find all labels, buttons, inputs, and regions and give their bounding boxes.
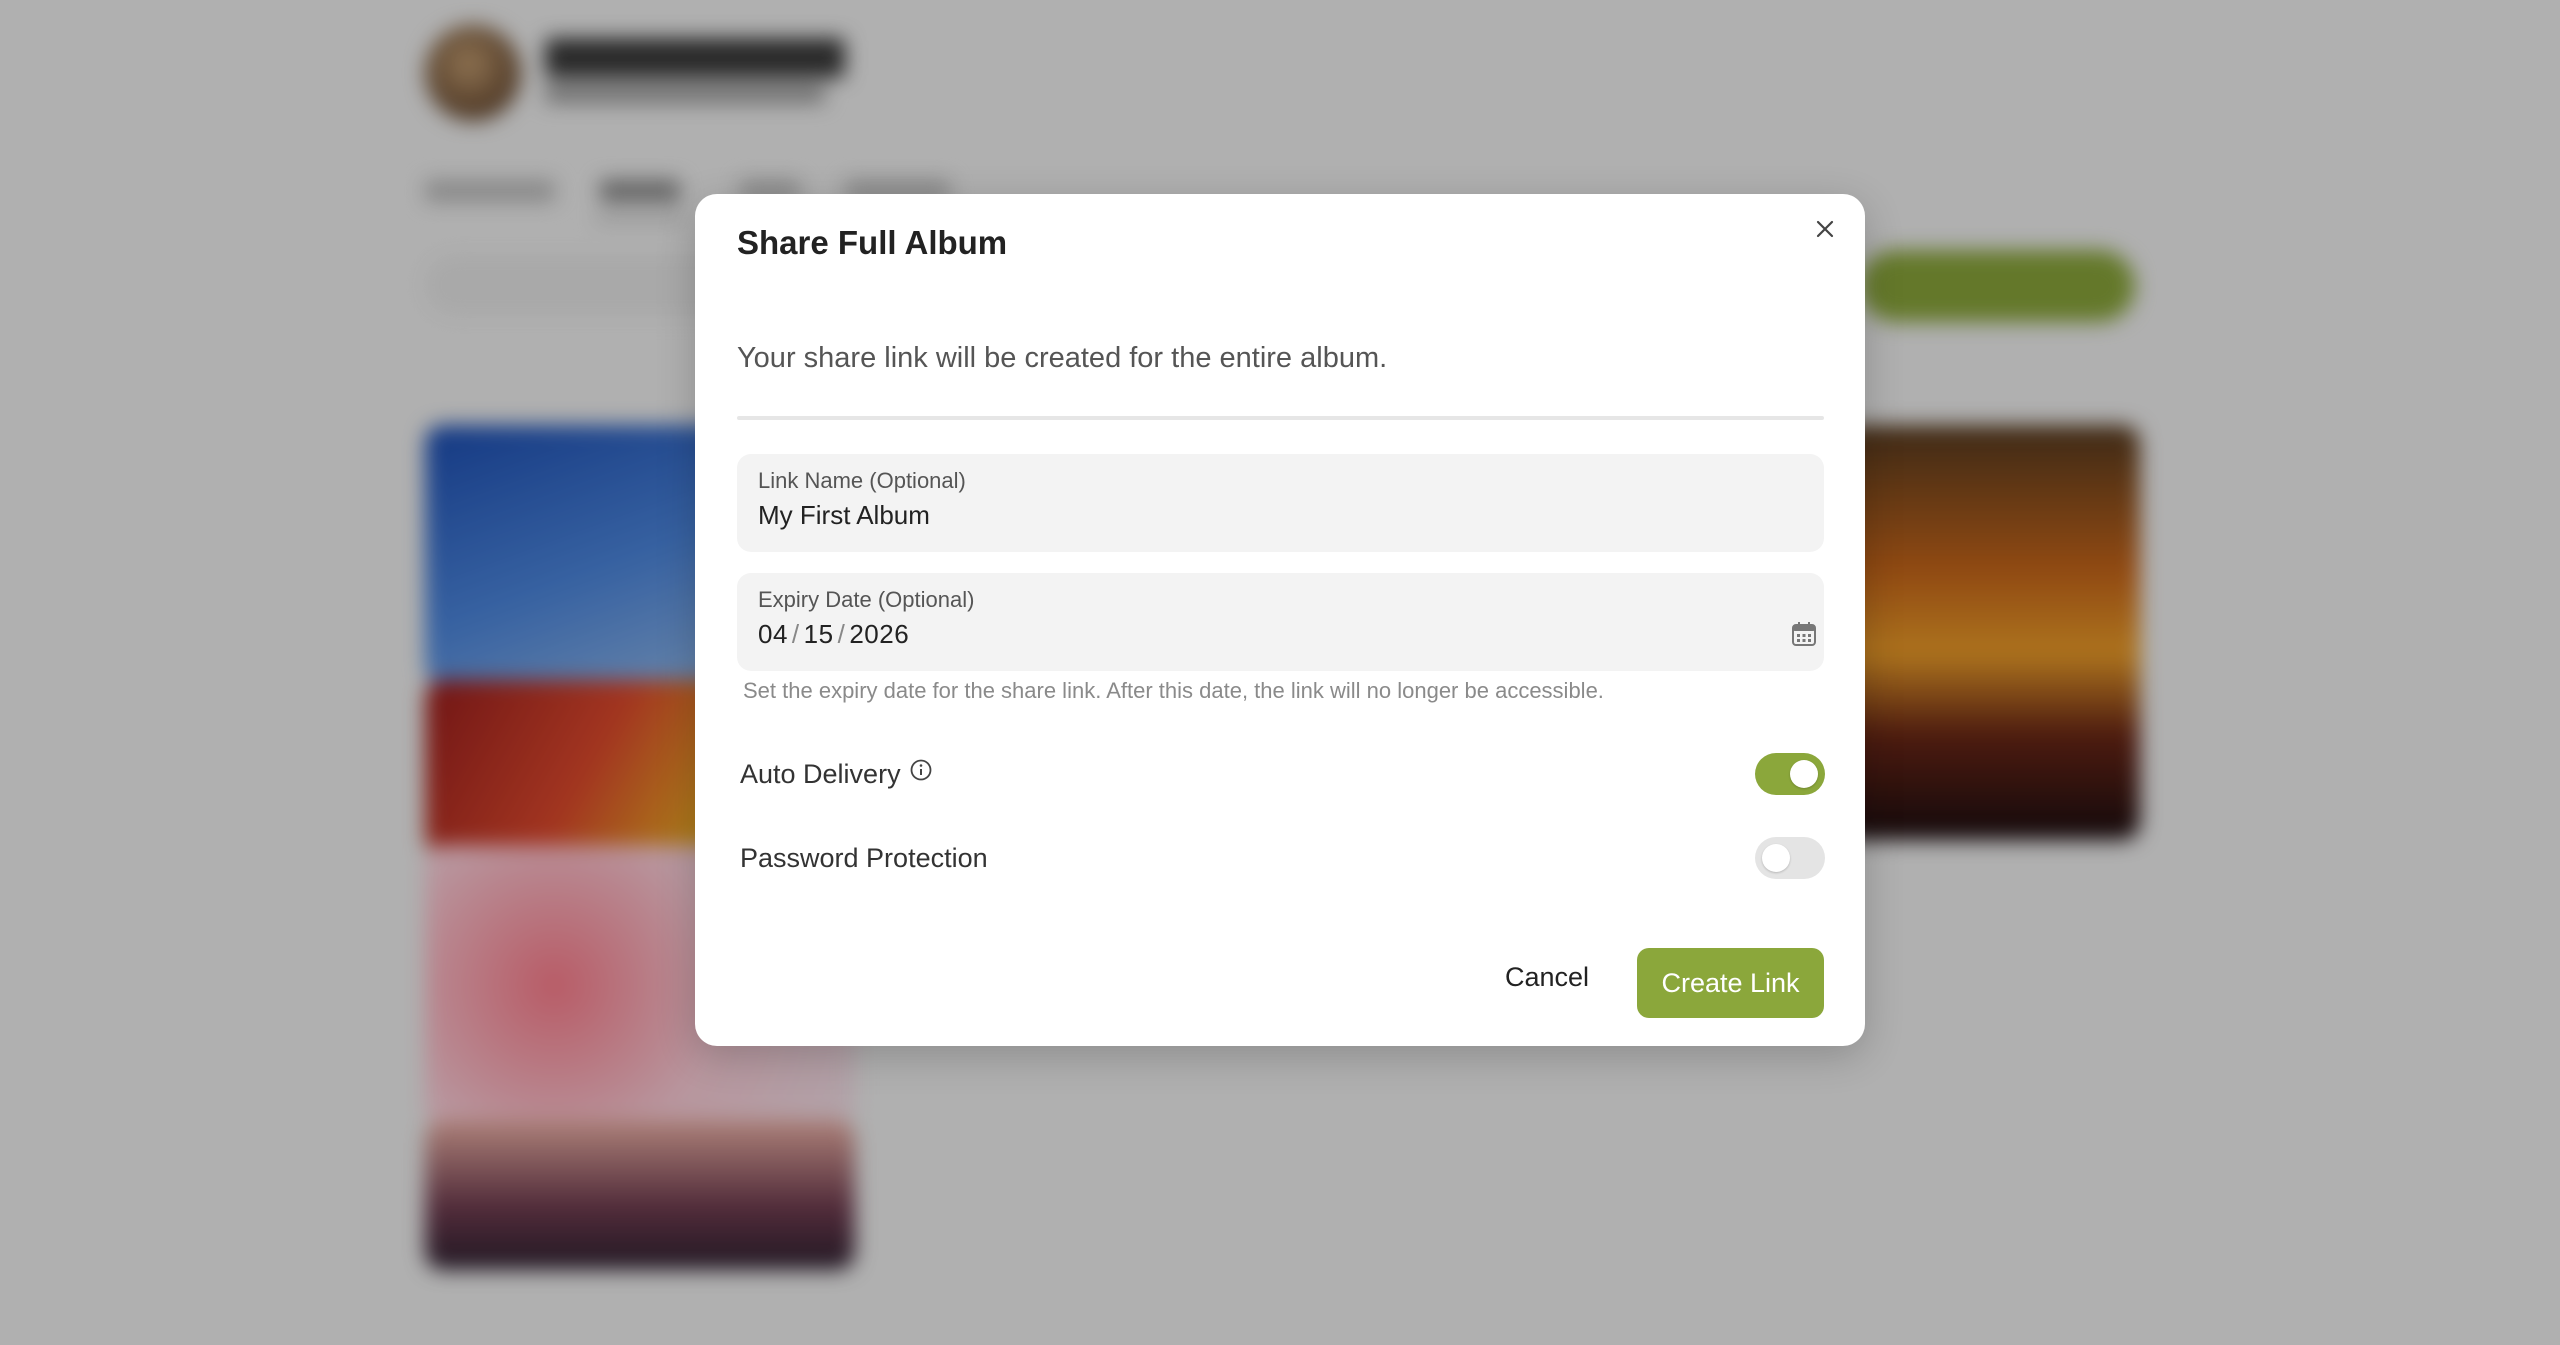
- info-icon[interactable]: [909, 758, 933, 782]
- calendar-icon[interactable]: [1790, 620, 1818, 648]
- date-separator: /: [837, 619, 846, 649]
- dialog-title: Share Full Album: [737, 224, 1008, 261]
- password-protection-label: Password Protection: [740, 842, 988, 873]
- link-name-label: Link Name (Optional): [758, 468, 966, 493]
- date-year[interactable]: 2026: [849, 619, 909, 650]
- auto-delivery-row: Auto Delivery: [740, 752, 1825, 796]
- expiry-date-field[interactable]: Expiry Date (Optional) 04 / 15 / 2026: [737, 573, 1824, 671]
- date-day[interactable]: 15: [804, 619, 834, 650]
- divider: [737, 416, 1824, 420]
- link-name-input[interactable]: [758, 500, 1758, 531]
- password-protection-toggle[interactable]: [1755, 837, 1825, 879]
- expiry-date-label: Expiry Date (Optional): [758, 587, 975, 612]
- create-link-button[interactable]: Create Link: [1637, 948, 1824, 1018]
- password-protection-row: Password Protection: [740, 836, 1825, 880]
- link-name-field[interactable]: Link Name (Optional): [737, 454, 1824, 552]
- dialog-description: Your share link will be created for the …: [737, 342, 1388, 374]
- cancel-button[interactable]: Cancel: [1495, 948, 1599, 1006]
- auto-delivery-label: Auto Delivery: [740, 758, 901, 789]
- close-icon: [1816, 220, 1834, 238]
- expiry-date-input[interactable]: 04 / 15 / 2026: [758, 619, 909, 650]
- auto-delivery-toggle[interactable]: [1755, 753, 1825, 795]
- share-album-dialog: Share Full Album Your share link will be…: [695, 194, 1865, 1046]
- toggle-knob: [1762, 844, 1790, 872]
- date-separator: /: [791, 619, 800, 649]
- date-month[interactable]: 04: [758, 619, 788, 650]
- expiry-helper-text: Set the expiry date for the share link. …: [743, 678, 1604, 703]
- toggle-knob: [1790, 760, 1818, 788]
- close-button[interactable]: [1810, 214, 1840, 244]
